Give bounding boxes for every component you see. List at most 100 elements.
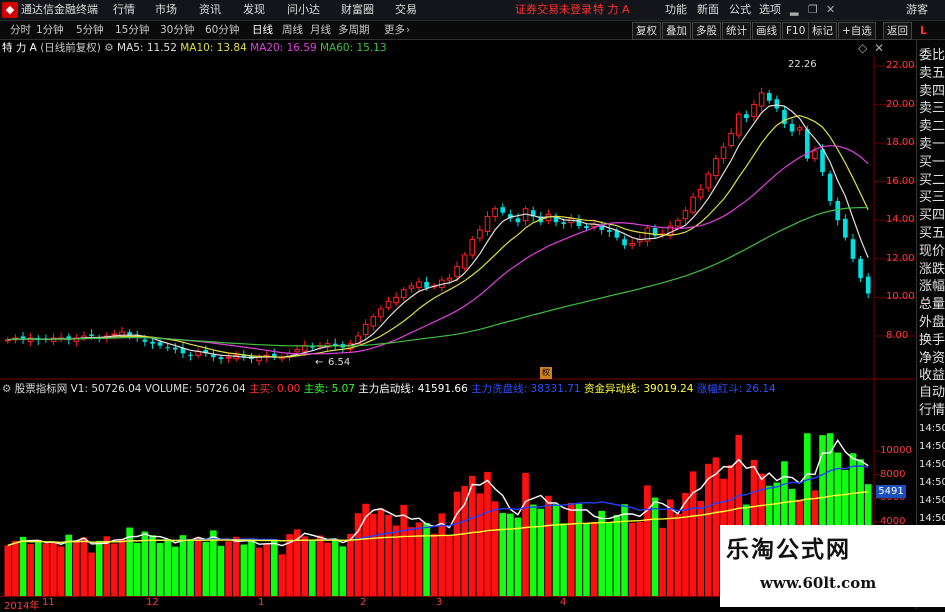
side-item[interactable]: 卖三 xyxy=(919,101,945,116)
side-item[interactable]: 总量 xyxy=(919,297,945,312)
chart-area[interactable] xyxy=(0,56,916,596)
volume-bar xyxy=(156,542,164,596)
volume-bar xyxy=(50,542,57,596)
minimize-icon[interactable]: ▂ xyxy=(790,0,798,20)
menu-wenxiaoda[interactable]: 问小达 xyxy=(287,0,320,20)
volume-bar xyxy=(255,547,263,596)
volume-bar xyxy=(408,527,415,596)
fuquan-button[interactable]: 复权 xyxy=(632,22,661,40)
indicator-name[interactable]: 股票指标网 xyxy=(15,383,68,395)
side-lower-item[interactable]: 14:50 xyxy=(919,439,945,454)
volume-bar xyxy=(34,540,42,596)
tab-5min[interactable]: 5分钟 xyxy=(76,21,104,39)
multi-stock-button[interactable]: 多股 xyxy=(692,22,721,40)
side-lower-item[interactable]: 14:50 xyxy=(919,511,945,526)
volume-bar xyxy=(324,542,331,596)
menu-hangqing[interactable]: 行情 xyxy=(113,0,135,20)
time-label-2: 2 xyxy=(360,597,367,608)
restore-icon[interactable]: ❐ xyxy=(808,0,818,20)
volume-bar xyxy=(42,543,50,596)
side-lower-item[interactable]: 14:50 xyxy=(919,457,945,472)
side-item[interactable]: 买二 xyxy=(919,173,945,188)
volume-bar xyxy=(80,537,88,596)
add-watchlist-button[interactable]: +自选 xyxy=(838,22,876,40)
guest-label[interactable]: 游客 xyxy=(906,0,928,20)
stock-title: 特 力 A xyxy=(2,42,37,54)
f10-button[interactable]: F10 xyxy=(782,22,810,40)
candle-body xyxy=(477,229,483,239)
side-item[interactable]: 买四 xyxy=(919,208,945,223)
indicator-gear-icon[interactable]: ⚙ xyxy=(2,383,11,395)
side-item[interactable]: 卖二 xyxy=(919,119,945,134)
tab-1min[interactable]: 1分钟 xyxy=(36,21,64,39)
menu-jiaoyi[interactable]: 交易 xyxy=(395,0,417,20)
side-item[interactable]: 买三 xyxy=(919,190,945,205)
price-label: 8.00 xyxy=(886,330,909,341)
tab-daily[interactable]: 日线 xyxy=(252,21,273,39)
volume-bar xyxy=(400,504,408,596)
side-lower-item[interactable]: 14:50 xyxy=(919,493,945,508)
volume-bar xyxy=(507,513,514,596)
side-item[interactable]: 卖一 xyxy=(919,137,945,152)
price-label: 18.00 xyxy=(886,137,915,149)
candle-body xyxy=(225,356,232,359)
menu-gongneng[interactable]: 功能 xyxy=(665,0,687,20)
side-item[interactable]: 涨跌 xyxy=(919,262,945,277)
side-item[interactable]: 涨幅 xyxy=(919,279,945,294)
tab-weekly[interactable]: 周线 xyxy=(282,21,303,39)
diamond-icon[interactable]: ◇ xyxy=(858,41,867,55)
volume-bar xyxy=(453,491,461,596)
side-item[interactable]: 换手 xyxy=(919,333,945,348)
side-lower-item[interactable]: 14:50 xyxy=(919,421,945,436)
side-item[interactable]: 买五 xyxy=(919,226,945,241)
volume-bar xyxy=(164,538,172,596)
side-item[interactable]: 外盘 xyxy=(919,315,945,330)
side-item[interactable]: 现价 xyxy=(919,244,945,259)
menu-gongshi[interactable]: 公式 xyxy=(729,0,751,20)
volume-value: VOLUME: 50726.04 xyxy=(144,383,246,395)
candle-body xyxy=(484,215,491,232)
candle-body xyxy=(728,133,734,146)
tab-more[interactable]: 更多 xyxy=(384,21,405,39)
tab-monthly[interactable]: 月线 xyxy=(310,21,331,39)
side-item[interactable]: 买一 xyxy=(919,155,945,170)
draw-line-button[interactable]: 画线 xyxy=(752,22,781,40)
tab-60min[interactable]: 60分钟 xyxy=(205,21,239,39)
overlay-button[interactable]: 叠加 xyxy=(662,22,691,40)
mark-button[interactable]: 标记 xyxy=(808,22,837,40)
side-lower-item[interactable]: 自动 xyxy=(919,385,945,400)
watermark-title: 乐淘公式网 xyxy=(726,537,851,563)
volume-bar xyxy=(111,543,118,596)
menu-shichang[interactable]: 市场 xyxy=(155,0,177,20)
menu-caifuquan[interactable]: 财富圈 xyxy=(341,0,374,20)
app-logo-icon: ◆ xyxy=(2,2,18,18)
side-lower-item[interactable]: 14:50 xyxy=(919,475,945,490)
side-item[interactable]: 委比 xyxy=(919,48,945,63)
volume-bar xyxy=(118,538,126,596)
menu-xinmian[interactable]: 新面 xyxy=(697,0,719,20)
price-label: 14.00 xyxy=(886,214,915,226)
close-panel-icon[interactable]: ✕ xyxy=(874,41,884,55)
tab-fenshi[interactable]: 分时 xyxy=(10,21,31,39)
more-chevron-icon[interactable]: › xyxy=(406,21,410,39)
tab-multi-period[interactable]: 多周期 xyxy=(338,21,370,39)
side-item[interactable]: 收益 xyxy=(919,368,945,383)
tab-30min[interactable]: 30分钟 xyxy=(160,21,194,39)
menu-zixun[interactable]: 资讯 xyxy=(199,0,221,20)
side-item[interactable]: 卖五 xyxy=(919,66,945,81)
side-lower-item[interactable]: 行情 xyxy=(919,403,945,418)
side-item[interactable]: 净资 xyxy=(919,351,945,366)
menu-xuanxiang[interactable]: 选项 xyxy=(759,0,781,20)
login-notice[interactable]: 证券交易未登录 xyxy=(515,0,592,20)
stats-button[interactable]: 统计 xyxy=(722,22,751,40)
settings-gear-icon[interactable]: ⚙ xyxy=(104,42,113,54)
candle-body xyxy=(629,242,635,246)
volume-bar xyxy=(651,497,659,596)
tab-15min[interactable]: 15分钟 xyxy=(115,21,149,39)
menu-faxian[interactable]: 发现 xyxy=(243,0,265,20)
back-button[interactable]: 返回 xyxy=(883,22,912,40)
side-item[interactable]: 卖四 xyxy=(919,84,945,99)
volume-bar xyxy=(583,522,590,596)
close-icon[interactable]: ✕ xyxy=(826,0,835,20)
volume-bar xyxy=(468,475,476,596)
